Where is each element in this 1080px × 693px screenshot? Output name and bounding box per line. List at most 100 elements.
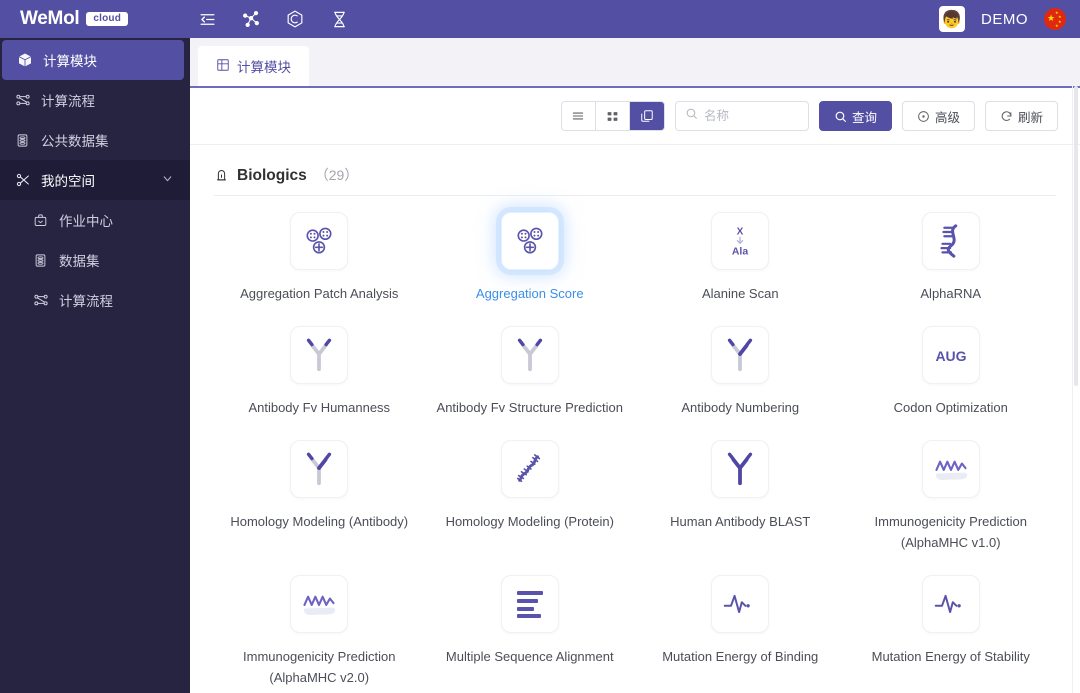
- module-card-label: Immunogenicity Prediction (AlphaMHC v2.0…: [243, 649, 396, 685]
- module-card-label: Multiple Sequence Alignment: [445, 649, 614, 664]
- aggregation-particles-icon: [290, 212, 349, 270]
- top-bar: WeMol cloud 👦 DEMO ★ ★ ★ ★ ★: [0, 0, 1080, 38]
- workflow-icon: [14, 92, 31, 109]
- toolbar: 查询 高级 刷新: [190, 88, 1080, 145]
- section-count: （29）: [314, 167, 359, 183]
- module-card[interactable]: Immunogenicity Prediction (AlphaMHC v2.0…: [214, 565, 425, 693]
- antibody-partial-icon: [290, 326, 349, 384]
- section-header: Biologics （29）: [214, 161, 1056, 195]
- module-card-label: Aggregation Patch Analysis: [240, 286, 399, 301]
- module-card-label: Human Antibody BLAST: [670, 514, 811, 529]
- aggregation-particles-icon: [500, 212, 559, 270]
- module-card[interactable]: Aggregation Score: [425, 202, 636, 310]
- module-card[interactable]: Antibody Fv Humanness: [214, 316, 425, 424]
- brand-logo[interactable]: WeMol cloud: [0, 8, 190, 30]
- main-panel: 计算模块 名称 查询 高级 刷新 Biologics （29） Aggregat…: [190, 38, 1080, 693]
- china-flag-icon[interactable]: ★ ★ ★ ★ ★: [1044, 8, 1066, 30]
- module-card[interactable]: Homology Modeling (Protein): [425, 430, 636, 559]
- avatar[interactable]: 👦: [939, 6, 965, 32]
- sidebar-item-job-center[interactable]: 作业中心: [0, 200, 190, 240]
- sidebar-item-label: 公共数据集: [41, 134, 109, 149]
- module-card-label: AlphaRNA: [920, 286, 982, 301]
- query-button[interactable]: 查询: [818, 101, 892, 131]
- sidebar-item-label: 计算流程: [59, 294, 113, 309]
- advanced-button[interactable]: 高级: [901, 101, 975, 131]
- module-card-label: Mutation Energy of Stability: [871, 649, 1030, 664]
- section-divider: [214, 195, 1056, 196]
- query-label: 查询: [851, 110, 877, 125]
- module-card[interactable]: Mutation Energy of Stability: [846, 565, 1057, 693]
- alanine-scan-icon: X Ala: [711, 212, 770, 270]
- pulse-wave-icon: [921, 575, 980, 633]
- card-view-button[interactable]: [629, 102, 664, 130]
- rna-strand-icon: [921, 212, 980, 270]
- brand-name: WeMol: [20, 8, 80, 29]
- hexagon-icon[interactable]: [284, 8, 306, 30]
- module-card[interactable]: Antibody Numbering: [635, 316, 846, 424]
- svg-text:X: X: [737, 227, 744, 238]
- svg-text:Ala: Ala: [732, 247, 748, 258]
- biologics-icon: [214, 168, 229, 183]
- sidebar-item-label: 计算流程: [41, 94, 95, 109]
- advanced-label: 高级: [934, 110, 960, 125]
- settings-circle-icon: [918, 110, 929, 122]
- module-card[interactable]: Immunogenicity Prediction (AlphaMHC v1.0…: [846, 430, 1057, 559]
- refresh-button[interactable]: 刷新: [984, 101, 1058, 131]
- molecule-icon[interactable]: [240, 8, 262, 30]
- sidebar-item-workflows[interactable]: 计算流程: [0, 280, 190, 320]
- search-box[interactable]: [674, 101, 809, 131]
- module-card-label: Homology Modeling (Antibody): [230, 514, 409, 529]
- scissors-icon: [14, 172, 31, 189]
- refresh-label: 刷新: [1017, 110, 1043, 125]
- briefcase-icon: [32, 212, 49, 229]
- sidebar-item-datasets[interactable]: 数据集: [0, 240, 190, 280]
- tab-strip: 计算模块: [190, 38, 1080, 86]
- top-bar-right: 👦 DEMO ★ ★ ★ ★ ★: [939, 6, 1080, 32]
- database-icon: [14, 132, 31, 149]
- sidebar-item-my-space[interactable]: 我的空间: [0, 160, 190, 200]
- chevron-down-icon[interactable]: [161, 172, 174, 188]
- workflow-icon: [32, 292, 49, 309]
- sidebar-item-public-datasets[interactable]: 公共数据集: [0, 120, 190, 160]
- module-card[interactable]: Multiple Sequence Alignment: [425, 565, 636, 693]
- module-card[interactable]: Human Antibody BLAST: [635, 430, 846, 559]
- module-card[interactable]: Antibody Fv Structure Prediction: [425, 316, 636, 424]
- pulse-wave-icon: [711, 575, 770, 633]
- codon-aug-icon: AUG: [921, 326, 980, 384]
- module-card[interactable]: Aggregation Patch Analysis: [214, 202, 425, 310]
- list-view-button[interactable]: [561, 102, 596, 130]
- sidebar-item-label: 计算模块: [43, 54, 97, 69]
- module-card[interactable]: AUG Codon Optimization: [846, 316, 1057, 424]
- module-card[interactable]: AlphaRNA: [846, 202, 1057, 310]
- antibody-partial-icon: [290, 440, 349, 498]
- module-grid-icon: [216, 58, 230, 75]
- tab-label: 计算模块: [237, 60, 291, 75]
- module-card-label: Alanine Scan: [701, 286, 779, 301]
- dna-helix-icon[interactable]: [328, 8, 350, 30]
- sidebar-item-compute-workflow[interactable]: 计算流程: [0, 80, 190, 120]
- collapse-menu-icon[interactable]: [196, 8, 218, 30]
- refresh-icon: [1001, 110, 1012, 121]
- module-card-label: Immunogenicity Prediction (AlphaMHC v1.0…: [874, 514, 1027, 550]
- vertical-scrollbar[interactable]: [1073, 86, 1079, 693]
- module-card[interactable]: Homology Modeling (Antibody): [214, 430, 425, 559]
- database-icon: [32, 252, 49, 269]
- module-card-label: Mutation Energy of Binding: [662, 649, 819, 664]
- tab-compute-modules[interactable]: 计算模块: [198, 46, 309, 86]
- module-card[interactable]: Mutation Energy of Binding: [635, 565, 846, 693]
- view-mode-group: [560, 101, 665, 131]
- cube-icon: [16, 52, 33, 69]
- module-card-label: Antibody Fv Structure Prediction: [436, 400, 623, 415]
- scrollbar-thumb[interactable]: [1074, 86, 1078, 386]
- grid-view-button[interactable]: [595, 102, 630, 130]
- sidebar: 计算模块 计算流程 公共数据集 我的空间 作业中心 数据集 计算流程: [0, 38, 190, 693]
- brand-badge: cloud: [86, 12, 129, 26]
- module-card[interactable]: X Ala Alanine Scan: [635, 202, 846, 310]
- module-card-label: Aggregation Score: [475, 286, 584, 301]
- protein-ribbon-icon: [500, 440, 559, 498]
- content-area: Biologics （29） Aggregation Patch Analysi…: [190, 145, 1080, 693]
- search-input[interactable]: [703, 109, 799, 123]
- sidebar-item-compute-modules[interactable]: 计算模块: [2, 40, 184, 80]
- module-card-label: Homology Modeling (Protein): [445, 514, 614, 529]
- module-card-label: Antibody Numbering: [681, 400, 800, 415]
